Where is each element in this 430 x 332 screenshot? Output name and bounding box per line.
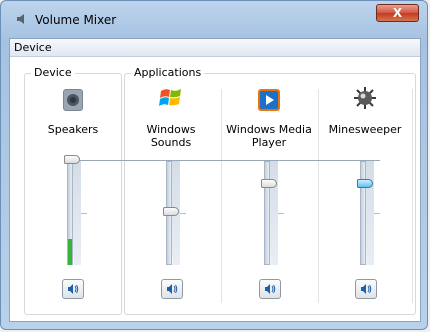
speaker-icon[interactable] [60,87,86,113]
speaker-icon [260,284,280,301]
media-player-icon[interactable] [256,87,282,113]
menu-bar: Device [10,39,420,57]
volume-track[interactable] [360,161,366,265]
mute-button[interactable] [355,279,377,299]
close-button[interactable]: X [376,4,419,22]
title-bar[interactable]: Volume Mixer X [1,1,427,37]
speaker-icon [63,284,83,301]
channel-label-line2: Sounds [150,136,192,149]
channel-label-line2: Player [251,136,287,149]
channel-label: Windows Sounds [126,123,216,149]
speaker-icon [16,12,30,26]
speaker-icon [356,284,376,301]
column-divider [412,89,413,303]
slider-tick [374,213,380,214]
menu-device[interactable]: Device [14,41,52,54]
window-title: Volume Mixer [35,13,117,27]
channel-label-line1: Windows [146,123,196,136]
volume-slider-thumb[interactable] [163,207,179,216]
mine-icon[interactable] [352,85,378,111]
mute-button[interactable] [62,279,84,299]
speaker-icon [162,284,182,301]
mute-button[interactable] [161,279,183,299]
applications-group-legend: Applications [131,66,205,79]
channel-label-line1: Windows Media [226,123,312,136]
channel-label: Speakers [47,123,99,136]
mute-button[interactable] [259,279,281,299]
master-volume-connector [74,160,380,161]
slider-tick [180,213,186,214]
volume-slider-thumb[interactable] [261,179,277,188]
peak-level-meter [68,239,72,265]
column-divider [318,89,319,303]
column-divider [221,89,222,303]
client-area: Device Device Applications Speakers Wind… [9,38,421,322]
device-group-legend: Device [31,66,75,79]
windows-flag-icon[interactable] [158,85,184,111]
volume-slider-thumb[interactable] [357,179,373,188]
volume-track[interactable] [264,161,270,265]
slider-tick [81,213,87,214]
channel-label: Minesweeper [328,123,402,136]
volume-mixer-window: Volume Mixer X Device Device Application… [0,0,428,330]
channel-label: Windows Media Player [224,123,314,149]
volume-slider-thumb[interactable] [64,155,80,164]
slider-tick [278,213,284,214]
